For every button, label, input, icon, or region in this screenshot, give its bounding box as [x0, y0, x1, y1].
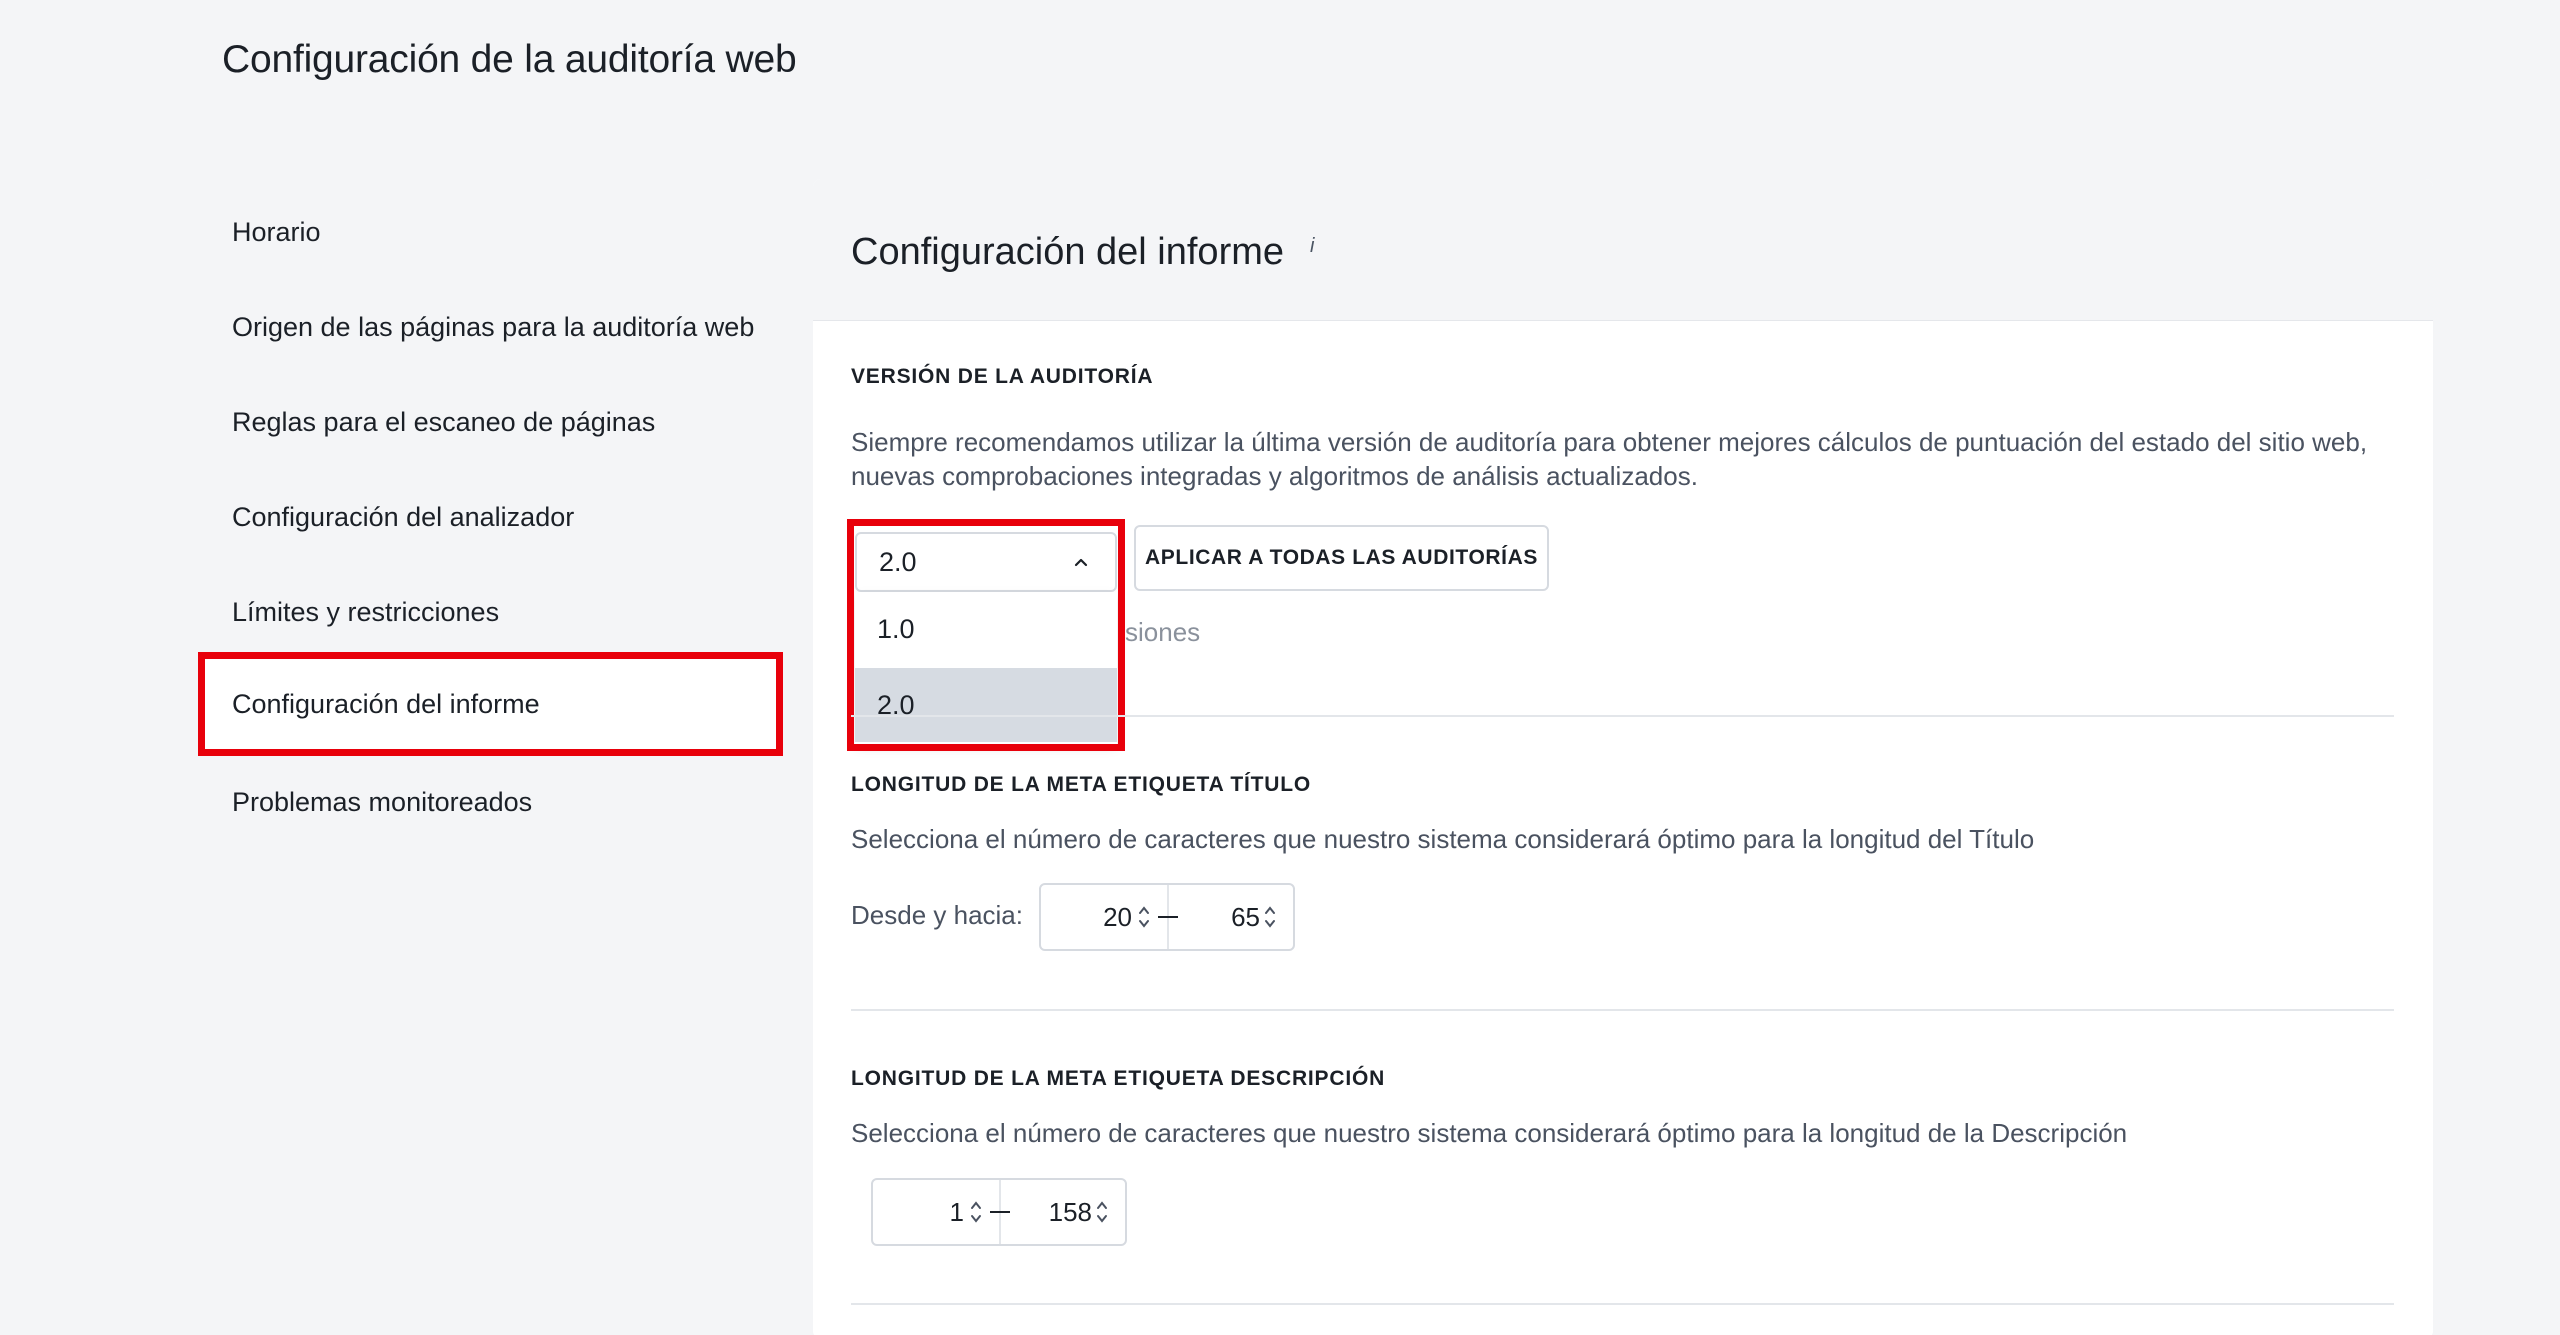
select-value: 2.0: [879, 546, 917, 577]
sidebar-item-label: Origen de las páginas para la auditoría …: [232, 311, 755, 342]
sidebar-item-page-source[interactable]: Origen de las páginas para la auditoría …: [198, 275, 783, 379]
audit-version-select[interactable]: 2.0: [855, 532, 1117, 592]
sidebar-item-label: Horario: [232, 216, 321, 247]
sidebar-item-label: Límites y restricciones: [232, 596, 500, 627]
sidebar-item-label: Configuración del informe: [232, 688, 540, 719]
info-icon[interactable]: i: [1310, 235, 1314, 258]
panel-header: Configuración del informe i: [813, 179, 2433, 321]
sidebar-item-analyzer-config[interactable]: Configuración del analizador: [198, 465, 783, 569]
stepper-icon[interactable]: [1095, 1198, 1109, 1226]
title-length-description: Selecciona el número de caracteres que n…: [851, 824, 2035, 854]
sidebar-item-monitored-issues[interactable]: Problemas monitoreados: [198, 750, 783, 854]
sidebar-item-horario[interactable]: Horario: [198, 180, 783, 284]
chevron-up-icon: [1074, 558, 1088, 567]
sidebar-item-limits[interactable]: Límites y restricciones: [198, 560, 783, 664]
dropdown-option-selected[interactable]: 2.0: [855, 668, 1117, 742]
title-length-range: 20 65: [1039, 883, 1295, 951]
apply-to-all-button[interactable]: APLICAR A TODAS LAS AUDITORÍAS: [1134, 525, 1549, 591]
title-length-label: LONGITUD DE LA META ETIQUETA TÍTULO: [851, 773, 1312, 796]
divider: [851, 1009, 2394, 1011]
audit-version-dropdown: 1.0 2.0: [855, 592, 1117, 744]
dropdown-option[interactable]: 1.0: [855, 592, 1117, 666]
description-length-label: LONGITUD DE LA META ETIQUETA DESCRIPCIÓN: [851, 1067, 1386, 1090]
panel-title: Configuración del informe: [851, 231, 1285, 273]
sidebar-item-label: Configuración del analizador: [232, 501, 575, 532]
description-min-value: 1: [949, 1196, 964, 1227]
stepper-icon[interactable]: [1137, 903, 1151, 931]
option-label: 1.0: [877, 613, 915, 644]
sidebar-item-label: Reglas para el escaneo de páginas: [232, 406, 656, 437]
page-title: Configuración de la auditoría web: [222, 38, 797, 81]
title-min-value: 20: [1103, 901, 1132, 932]
divider: [851, 1303, 2394, 1305]
sidebar-item-report-config[interactable]: Configuración del informe: [198, 652, 783, 756]
audit-version-description: Siempre recomendamos utilizar la última …: [851, 427, 2368, 491]
stepper-icon[interactable]: [969, 1198, 983, 1226]
stepper-icon[interactable]: [1263, 903, 1277, 931]
partial-hidden-text: siones: [1125, 617, 1201, 647]
description-length-description: Selecciona el número de caracteres que n…: [851, 1118, 2128, 1148]
sidebar-item-scan-rules[interactable]: Reglas para el escaneo de páginas: [198, 370, 783, 474]
description-length-range: 1 158: [871, 1178, 1127, 1246]
report-settings-panel: Configuración del informe i VERSIÓN DE L…: [813, 179, 2433, 1335]
range-label: Desde y hacia:: [851, 900, 1023, 930]
divider: [851, 715, 2394, 717]
audit-version-label: VERSIÓN DE LA AUDITORÍA: [851, 365, 1154, 388]
sidebar-item-label: Problemas monitoreados: [232, 786, 533, 817]
description-max-value: 158: [1048, 1196, 1092, 1227]
title-max-value: 65: [1231, 901, 1260, 932]
